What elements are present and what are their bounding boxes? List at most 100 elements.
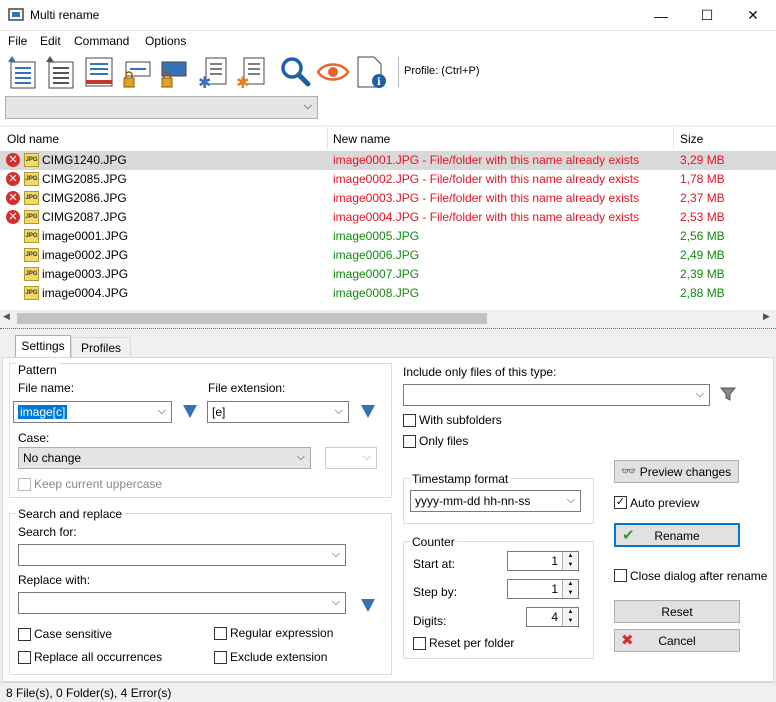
spin-down-icon[interactable]: ▼ bbox=[562, 617, 578, 626]
regex-checkbox[interactable] bbox=[214, 627, 227, 640]
chevron-down-icon: ⌵ bbox=[331, 548, 340, 560]
profile-label: Profile: (Ctrl+P) bbox=[404, 65, 480, 77]
spin-up-icon[interactable]: ▲ bbox=[562, 580, 578, 589]
select-files-icon[interactable]: ✱ bbox=[196, 54, 230, 90]
size-cell: 2,39 MB bbox=[680, 267, 725, 281]
new-name-cell: image0007.JPG bbox=[333, 267, 420, 281]
file-info-icon[interactable]: i bbox=[354, 54, 388, 90]
file-name-label: File name: bbox=[18, 381, 75, 395]
spin-up-icon[interactable]: ▲ bbox=[562, 552, 578, 561]
auto-preview-label: Auto preview bbox=[630, 496, 700, 510]
step-by-label: Step by: bbox=[413, 585, 458, 599]
replace-all-label: Replace all occurrences bbox=[34, 650, 163, 664]
column-size[interactable]: Size bbox=[680, 127, 703, 149]
file-extension-label: File extension: bbox=[208, 381, 286, 395]
checkmark-icon: ✔ bbox=[622, 527, 635, 544]
tab-settings[interactable]: Settings bbox=[15, 335, 71, 358]
svg-text:✱: ✱ bbox=[198, 73, 211, 90]
panel-splitter[interactable] bbox=[0, 328, 776, 332]
chevron-down-icon: ⌵ bbox=[362, 451, 371, 463]
search-icon[interactable] bbox=[278, 54, 312, 90]
menu-command[interactable]: Command bbox=[74, 34, 129, 48]
search-for-label: Search for: bbox=[18, 525, 77, 539]
jpg-file-icon: JPG bbox=[24, 229, 39, 243]
column-old-name[interactable]: Old name bbox=[7, 127, 59, 149]
insert-replace-placeholder-icon[interactable] bbox=[361, 599, 375, 612]
load-names-icon[interactable] bbox=[6, 54, 40, 90]
only-files-checkbox[interactable] bbox=[403, 435, 416, 448]
minimize-button[interactable]: — bbox=[638, 0, 684, 31]
keep-uppercase-checkbox[interactable] bbox=[18, 478, 31, 491]
preview-changes-button[interactable]: 👓 Preview changes bbox=[614, 460, 739, 483]
with-subfolders-checkbox[interactable] bbox=[403, 414, 416, 427]
timestamp-format-select[interactable]: yyyy-mm-dd hh-nn-ss ⌵ bbox=[410, 490, 581, 512]
column-new-name[interactable]: New name bbox=[333, 127, 390, 149]
exclude-extension-label: Exclude extension bbox=[230, 650, 328, 664]
replace-all-checkbox[interactable] bbox=[18, 651, 31, 664]
error-icon: ✕ bbox=[6, 191, 20, 205]
case-sensitive-checkbox[interactable] bbox=[18, 628, 31, 641]
file-extension-input[interactable]: [e] ⌵ bbox=[207, 401, 349, 423]
step-by-spinner[interactable]: 1 ▲ ▼ bbox=[507, 579, 579, 599]
insert-extension-placeholder-icon[interactable] bbox=[361, 405, 375, 418]
include-type-input[interactable]: ⌵ bbox=[403, 384, 710, 406]
rename-button[interactable]: ✔ Rename bbox=[614, 523, 740, 547]
exclude-extension-checkbox[interactable] bbox=[214, 651, 227, 664]
new-name-cell: image0008.JPG bbox=[333, 286, 420, 300]
edit-names-icon[interactable] bbox=[82, 54, 116, 90]
spin-up-icon[interactable]: ▲ bbox=[562, 608, 578, 617]
chevron-down-icon: ⌵ bbox=[296, 451, 305, 463]
replace-input[interactable]: ⌵ bbox=[18, 592, 346, 614]
chevron-down-icon: ⌵ bbox=[566, 494, 575, 506]
unselect-files-icon[interactable]: ✱ bbox=[234, 54, 268, 90]
lock-filename-icon[interactable] bbox=[120, 56, 154, 92]
case-select[interactable]: No change ⌵ bbox=[18, 447, 311, 469]
reset-per-folder-checkbox[interactable] bbox=[413, 637, 426, 650]
old-name-cell: CIMG2085.JPG bbox=[42, 172, 127, 186]
column-separator[interactable] bbox=[673, 127, 674, 149]
maximize-button[interactable]: ☐ bbox=[684, 0, 730, 31]
save-names-icon[interactable] bbox=[44, 54, 78, 90]
error-icon: ✕ bbox=[6, 172, 20, 186]
start-at-spinner[interactable]: 1 ▲ ▼ bbox=[507, 551, 579, 571]
chevron-down-icon: ⌵ bbox=[157, 405, 166, 417]
menu-options[interactable]: Options bbox=[145, 34, 186, 48]
old-name-cell: CIMG2087.JPG bbox=[42, 210, 127, 224]
jpg-file-icon: JPG bbox=[24, 286, 39, 300]
cancel-button[interactable]: ✖ Cancel bbox=[614, 629, 740, 652]
chevron-down-icon: ⌵ bbox=[334, 405, 343, 417]
scroll-right-icon[interactable]: ▶ bbox=[763, 311, 770, 322]
close-window-button[interactable]: ✕ bbox=[730, 0, 776, 31]
error-icon: ✕ bbox=[6, 153, 20, 167]
menu-edit[interactable]: Edit bbox=[40, 34, 61, 48]
jpg-file-icon: JPG bbox=[24, 210, 39, 224]
scrollbar-thumb[interactable] bbox=[17, 313, 487, 324]
scroll-left-icon[interactable]: ◀ bbox=[3, 311, 10, 322]
svg-text:i: i bbox=[377, 77, 381, 88]
glasses-icon: 👓 bbox=[621, 464, 636, 478]
lock-extension-icon[interactable] bbox=[158, 56, 192, 92]
pattern-legend: Pattern bbox=[16, 363, 59, 377]
spin-down-icon[interactable]: ▼ bbox=[562, 589, 578, 598]
timestamp-legend: Timestamp format bbox=[410, 472, 511, 486]
new-name-cell: image0005.JPG bbox=[333, 229, 420, 243]
file-name-input[interactable]: image[c] ⌵ bbox=[13, 401, 172, 423]
chevron-down-icon: ⌵ bbox=[331, 596, 340, 608]
reset-per-folder-label: Reset per folder bbox=[429, 636, 515, 650]
spin-down-icon[interactable]: ▼ bbox=[562, 561, 578, 570]
menu-file[interactable]: File bbox=[8, 34, 27, 48]
filter-icon[interactable] bbox=[720, 386, 736, 402]
digits-spinner[interactable]: 4 ▲ ▼ bbox=[526, 607, 579, 627]
column-separator[interactable] bbox=[327, 127, 328, 149]
size-cell: 2,49 MB bbox=[680, 248, 725, 262]
tab-profiles[interactable]: Profiles bbox=[71, 337, 131, 358]
auto-preview-checkbox[interactable]: ✓ bbox=[614, 496, 627, 509]
start-at-label: Start at: bbox=[413, 557, 456, 571]
search-input[interactable]: ⌵ bbox=[18, 544, 346, 566]
profile-select[interactable]: ⌵ bbox=[5, 96, 318, 119]
insert-placeholder-icon[interactable] bbox=[183, 405, 197, 418]
app-icon bbox=[8, 8, 24, 21]
reset-button[interactable]: Reset bbox=[614, 600, 740, 623]
view-icon[interactable] bbox=[316, 54, 350, 90]
close-after-rename-checkbox[interactable] bbox=[614, 569, 627, 582]
